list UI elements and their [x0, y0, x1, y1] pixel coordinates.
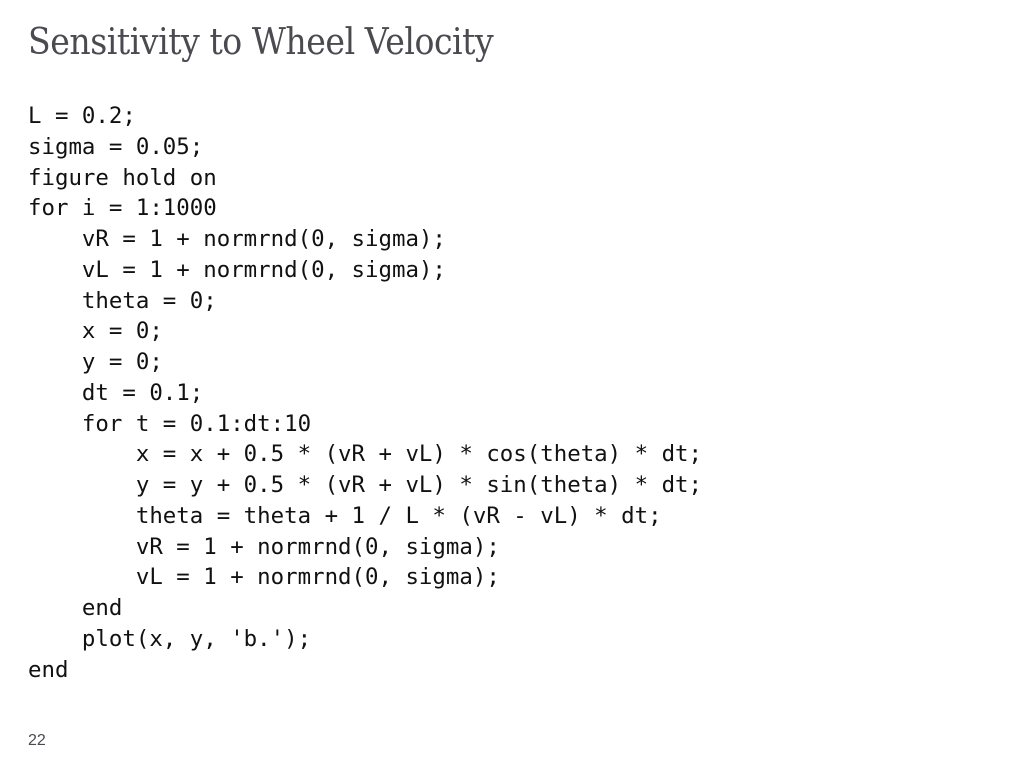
- code-line: figure hold on: [28, 164, 217, 191]
- code-line: vR = 1 + normrnd(0, sigma);: [28, 226, 446, 252]
- code-line: for t = 0.1:dt:10: [28, 410, 312, 437]
- code-line: dt = 0.1;: [28, 379, 204, 406]
- code-line: vL = 1 + normrnd(0, sigma);: [28, 256, 446, 283]
- code-line: x = x + 0.5 * (vR + vL) * cos(theta) * d…: [28, 441, 703, 468]
- code-line: plot(x, y, 'b.');: [28, 625, 312, 652]
- code-line: L = 0.2;: [28, 103, 136, 129]
- code-line: sigma = 0.05;: [28, 133, 204, 160]
- code-line: theta = 0;: [28, 287, 217, 314]
- code-line: vL = 1 + normrnd(0, sigma);: [28, 564, 500, 591]
- code-line: end: [28, 656, 69, 683]
- page-number: 22: [28, 732, 46, 749]
- slide-title: Sensitivity to Wheel Velocity: [28, 22, 494, 63]
- code-line: vR = 1 + normrnd(0, sigma);: [28, 533, 500, 560]
- code-block: L = 0.2; sigma = 0.05; figure hold on fo…: [28, 101, 702, 685]
- code-line: end: [28, 595, 123, 621]
- code-line: theta = theta + 1 / L * (vR - vL) * dt;: [28, 502, 662, 529]
- code-line: y = y + 0.5 * (vR + vL) * sin(theta) * d…: [28, 472, 703, 498]
- code-line: for i = 1:1000: [28, 195, 217, 222]
- code-line: x = 0;: [28, 318, 163, 345]
- code-line: y = 0;: [28, 349, 163, 375]
